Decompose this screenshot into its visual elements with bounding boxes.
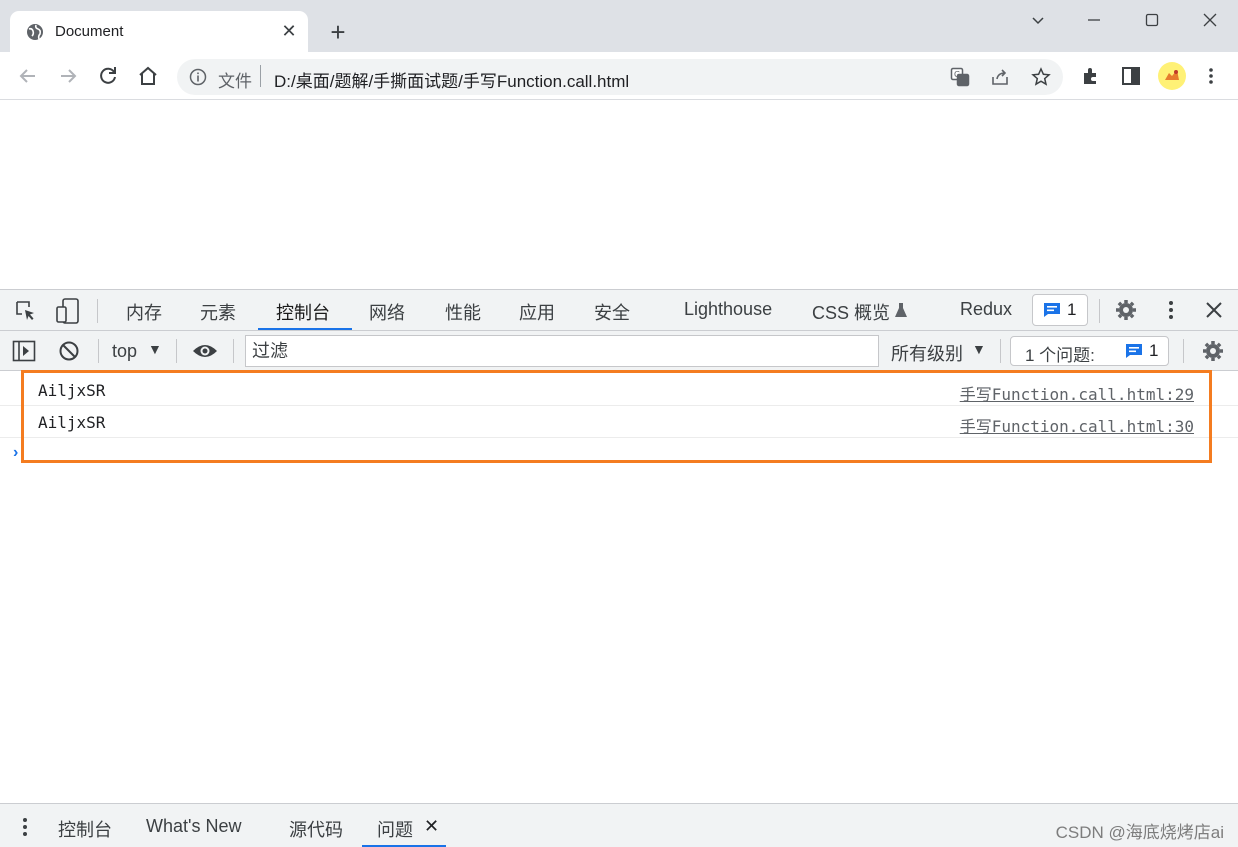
bookmark-star-icon[interactable] xyxy=(1031,67,1051,87)
tab-security[interactable]: 安全 xyxy=(594,299,630,325)
browser-menu-kebab-icon[interactable] xyxy=(1200,65,1222,87)
drawer-tab-whats-new[interactable]: What's New xyxy=(146,816,241,837)
tab-lighthouse[interactable]: Lighthouse xyxy=(684,299,772,320)
devtools-menu-kebab-icon[interactable] xyxy=(1159,298,1183,322)
tab-search-chevron-icon[interactable] xyxy=(1023,8,1053,32)
issues-counter-count: 1 xyxy=(1149,341,1159,360)
console-output: AiljxSR 手写Function.call.html:29 AiljxSR … xyxy=(0,372,1238,802)
drawer-tab-sources[interactable]: 源代码 xyxy=(289,816,343,842)
console-message-row: AiljxSR 手写Function.call.html:30 xyxy=(0,406,1238,438)
url-text[interactable]: D:/桌面/题解/手撕面试题/手写Function.call.html xyxy=(274,67,629,92)
translate-icon[interactable]: G xyxy=(950,67,970,87)
profile-avatar[interactable] xyxy=(1158,62,1186,90)
filter-input[interactable] xyxy=(245,335,879,367)
reload-icon[interactable] xyxy=(96,64,120,88)
console-source-link[interactable]: 手写Function.call.html:29 xyxy=(960,381,1194,405)
side-panel-icon[interactable] xyxy=(1120,65,1142,87)
drawer-tab-console[interactable]: 控制台 xyxy=(58,816,112,842)
devtools-close-icon[interactable] xyxy=(1203,299,1225,321)
forward-arrow-icon[interactable] xyxy=(56,64,80,88)
tab-elements[interactable]: 元素 xyxy=(200,299,236,325)
address-bar[interactable]: 文件 D:/桌面/题解/手撕面试题/手写Function.call.html G xyxy=(177,59,1063,95)
tab-close-icon[interactable]: ✕ xyxy=(278,20,300,42)
filterbar-divider xyxy=(1183,339,1184,363)
page-viewport xyxy=(0,101,1238,289)
log-levels-caret-icon[interactable]: ▼ xyxy=(972,341,986,357)
svg-text:G: G xyxy=(954,70,960,79)
context-caret-icon[interactable]: ▼ xyxy=(148,341,162,357)
console-source-link[interactable]: 手写Function.call.html:30 xyxy=(960,413,1194,437)
share-icon[interactable] xyxy=(990,67,1010,87)
tab-memory[interactable]: 内存 xyxy=(126,299,162,325)
globe-icon xyxy=(27,24,43,40)
settings-gear-icon[interactable] xyxy=(1114,298,1138,322)
url-scheme-label: 文件 xyxy=(218,72,252,91)
issues-counter-label: 1 个问题: xyxy=(1025,346,1095,365)
tab-performance[interactable]: 性能 xyxy=(445,299,481,325)
tab-application[interactable]: 应用 xyxy=(519,299,555,325)
tab-console[interactable]: 控制台 xyxy=(276,299,330,325)
experiment-flask-icon xyxy=(895,303,907,317)
console-toolbar: top ▼ 所有级别 ▼ 1 个问题: 1 xyxy=(0,331,1238,371)
browser-toolbar: 文件 D:/桌面/题解/手撕面试题/手写Function.call.html G xyxy=(0,52,1238,100)
maximize-icon[interactable] xyxy=(1137,8,1167,32)
filterbar-divider xyxy=(176,339,177,363)
active-tab-indicator xyxy=(258,328,352,330)
tab-network[interactable]: 网络 xyxy=(369,299,405,325)
context-selector[interactable]: top xyxy=(112,341,137,362)
clear-console-icon[interactable] xyxy=(58,340,80,362)
console-settings-gear-icon[interactable] xyxy=(1201,339,1225,363)
tab-strip: Document ✕ + xyxy=(0,0,1238,52)
issues-badge-count: 1 xyxy=(1067,300,1077,319)
console-message-text: AiljxSR xyxy=(38,381,106,400)
info-icon[interactable] xyxy=(189,68,207,86)
browser-tab[interactable]: Document ✕ xyxy=(10,11,308,52)
tab-redux[interactable]: Redux xyxy=(960,299,1012,320)
back-arrow-icon[interactable] xyxy=(16,64,40,88)
drawer-tab-issues[interactable]: 问题 xyxy=(377,816,413,842)
tab-title: Document xyxy=(55,23,124,40)
watermark-text: CSDN @海底烧烤店ai xyxy=(1055,823,1224,842)
tabbar-divider xyxy=(97,299,98,323)
inspect-element-icon[interactable] xyxy=(14,299,38,323)
issues-counter-button[interactable]: 1 个问题: 1 xyxy=(1010,336,1169,366)
console-message-row: AiljxSR 手写Function.call.html:29 xyxy=(0,374,1238,406)
device-toolbar-icon[interactable] xyxy=(55,297,81,325)
tabbar-divider-right xyxy=(1099,299,1100,323)
window-close-icon[interactable] xyxy=(1195,8,1225,32)
live-expression-eye-icon[interactable] xyxy=(192,341,218,361)
profile-avatar-icon xyxy=(1165,70,1179,80)
sidebar-toggle-icon[interactable] xyxy=(12,340,36,362)
home-icon[interactable] xyxy=(136,64,160,88)
drawer-menu-kebab-icon[interactable] xyxy=(16,816,34,838)
minimize-icon[interactable] xyxy=(1079,8,1109,32)
log-levels-dropdown[interactable]: 所有级别 xyxy=(891,340,963,366)
url-divider xyxy=(260,65,261,87)
filterbar-divider xyxy=(98,339,99,363)
tab-css-overview[interactable]: CSS 概览 xyxy=(812,299,890,325)
drawer-tab-close-icon[interactable]: ✕ xyxy=(424,816,439,837)
console-message-text: AiljxSR xyxy=(38,413,106,432)
devtools-drawer: 控制台 What's New 源代码 问题 ✕ CSDN @海底烧烤店ai xyxy=(0,803,1238,847)
devtools-tabbar: 内存 元素 控制台 网络 性能 应用 安全 Lighthouse CSS 概览 … xyxy=(0,289,1238,331)
filterbar-divider xyxy=(1000,339,1001,363)
console-prompt[interactable]: › xyxy=(13,444,18,462)
message-square-icon xyxy=(1044,303,1060,317)
filterbar-divider xyxy=(233,339,234,363)
extensions-puzzle-icon[interactable] xyxy=(1080,65,1102,87)
issues-badge-button[interactable]: 1 xyxy=(1032,294,1088,326)
message-square-icon xyxy=(1126,344,1142,358)
new-tab-button[interactable]: + xyxy=(324,19,352,47)
